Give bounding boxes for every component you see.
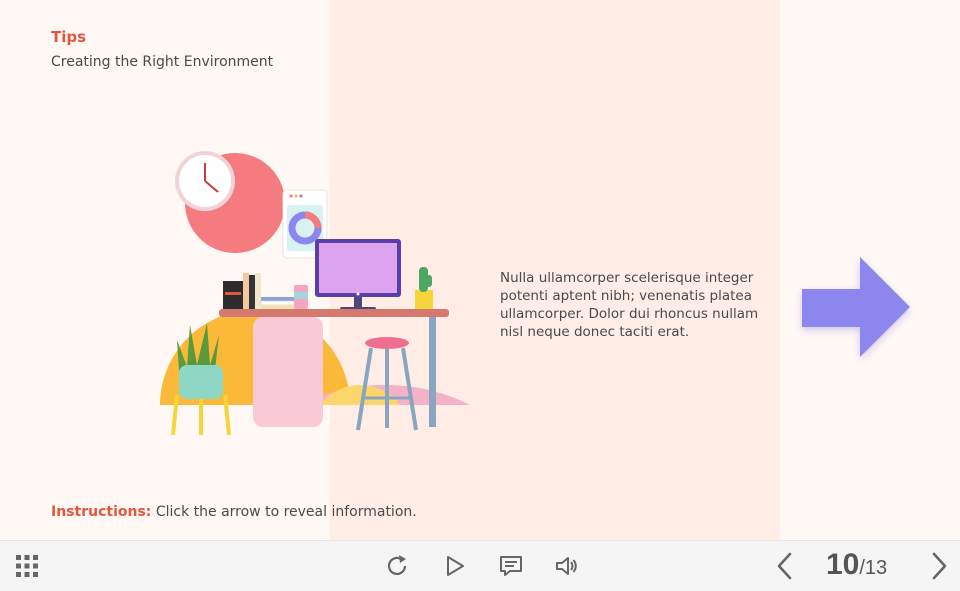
- current-page: 10: [826, 548, 860, 581]
- chevron-left-icon: [777, 552, 792, 580]
- slide-subtitle: Creating the Right Environment: [51, 54, 274, 70]
- instructions-text: Click the arrow to reveal information.: [151, 504, 417, 520]
- volume-icon: [556, 557, 577, 575]
- reveal-arrow-button[interactable]: [798, 255, 914, 359]
- play-icon: [447, 556, 464, 576]
- chevron-right-icon: [932, 552, 947, 580]
- captions-button[interactable]: [496, 551, 526, 581]
- menu-button[interactable]: [12, 551, 42, 581]
- next-slide-button[interactable]: [924, 551, 954, 581]
- play-button[interactable]: [440, 551, 470, 581]
- grid-menu-icon: [16, 555, 38, 577]
- replay-button[interactable]: [382, 551, 412, 581]
- instructions-label: Instructions:: [51, 504, 152, 520]
- previous-slide-button[interactable]: [770, 551, 800, 581]
- info-text: Nulla ullamcorper scelerisque integer po…: [500, 270, 759, 340]
- workspace-illustration: [155, 145, 475, 436]
- player-toolbar: 10/13: [0, 540, 960, 591]
- volume-button[interactable]: [552, 551, 582, 581]
- arrow-right-icon: [802, 257, 910, 357]
- replay-icon: [387, 555, 407, 575]
- total-pages: /13: [859, 557, 888, 579]
- instructions: Instructions: Click the arrow to reveal …: [51, 504, 417, 520]
- slide-title: Tips: [51, 28, 87, 46]
- captions-icon: [500, 556, 522, 576]
- page-counter: 10/13: [826, 548, 887, 584]
- slide-canvas: Tips Creating the Right Environment Null…: [0, 0, 960, 540]
